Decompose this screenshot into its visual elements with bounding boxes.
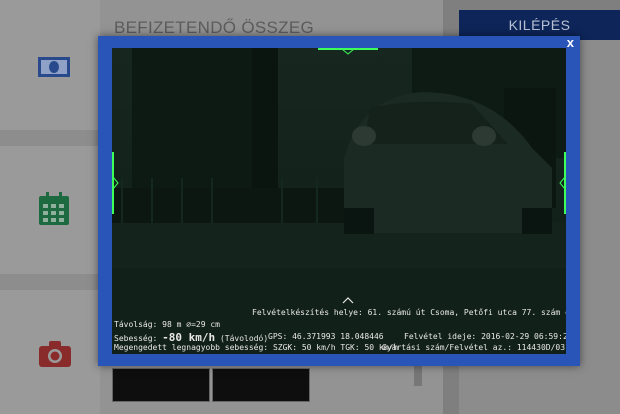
calendar-icon [38, 192, 70, 231]
photo-thumbnail[interactable] [112, 368, 210, 402]
capture-time: Felvétel ideje: 2016-02-29 06:59:27.7 [404, 332, 566, 341]
scrollbar[interactable] [414, 364, 422, 386]
speed-limit: Megengedett legnagyobb sebesség: SZGK: 5… [114, 343, 399, 352]
speed-direction: (Távolodó) [215, 334, 269, 343]
amount-due-title: BEFIZETENDŐ ÖSSZEG [114, 18, 314, 37]
photo-thumbnail[interactable] [212, 368, 310, 402]
chevron-up-icon [342, 297, 354, 304]
close-icon[interactable]: x [567, 36, 574, 50]
money-icon [37, 55, 71, 84]
distance-readout: Távolság: 98 m ∅=29 cm [114, 320, 220, 329]
speed-camera-photo: Felvételkészítés helye: 61. számú út Cso… [112, 48, 566, 354]
serial-number: Gyártási szám/Felvétel az.: 114430D/0317… [382, 343, 566, 352]
photo-modal: x Felvételkészítés helye: 61. számú út C… [98, 36, 580, 366]
top-marker [318, 48, 378, 55]
gps-coordinates: GPS: 46.371993 18.048446 [268, 332, 384, 341]
camera-icon [38, 340, 72, 373]
capture-location: Felvételkészítés helye: 61. számú út Cso… [252, 308, 566, 317]
right-marker [559, 152, 566, 214]
speed-label: Sebesség: [114, 334, 163, 343]
left-marker [112, 152, 119, 214]
